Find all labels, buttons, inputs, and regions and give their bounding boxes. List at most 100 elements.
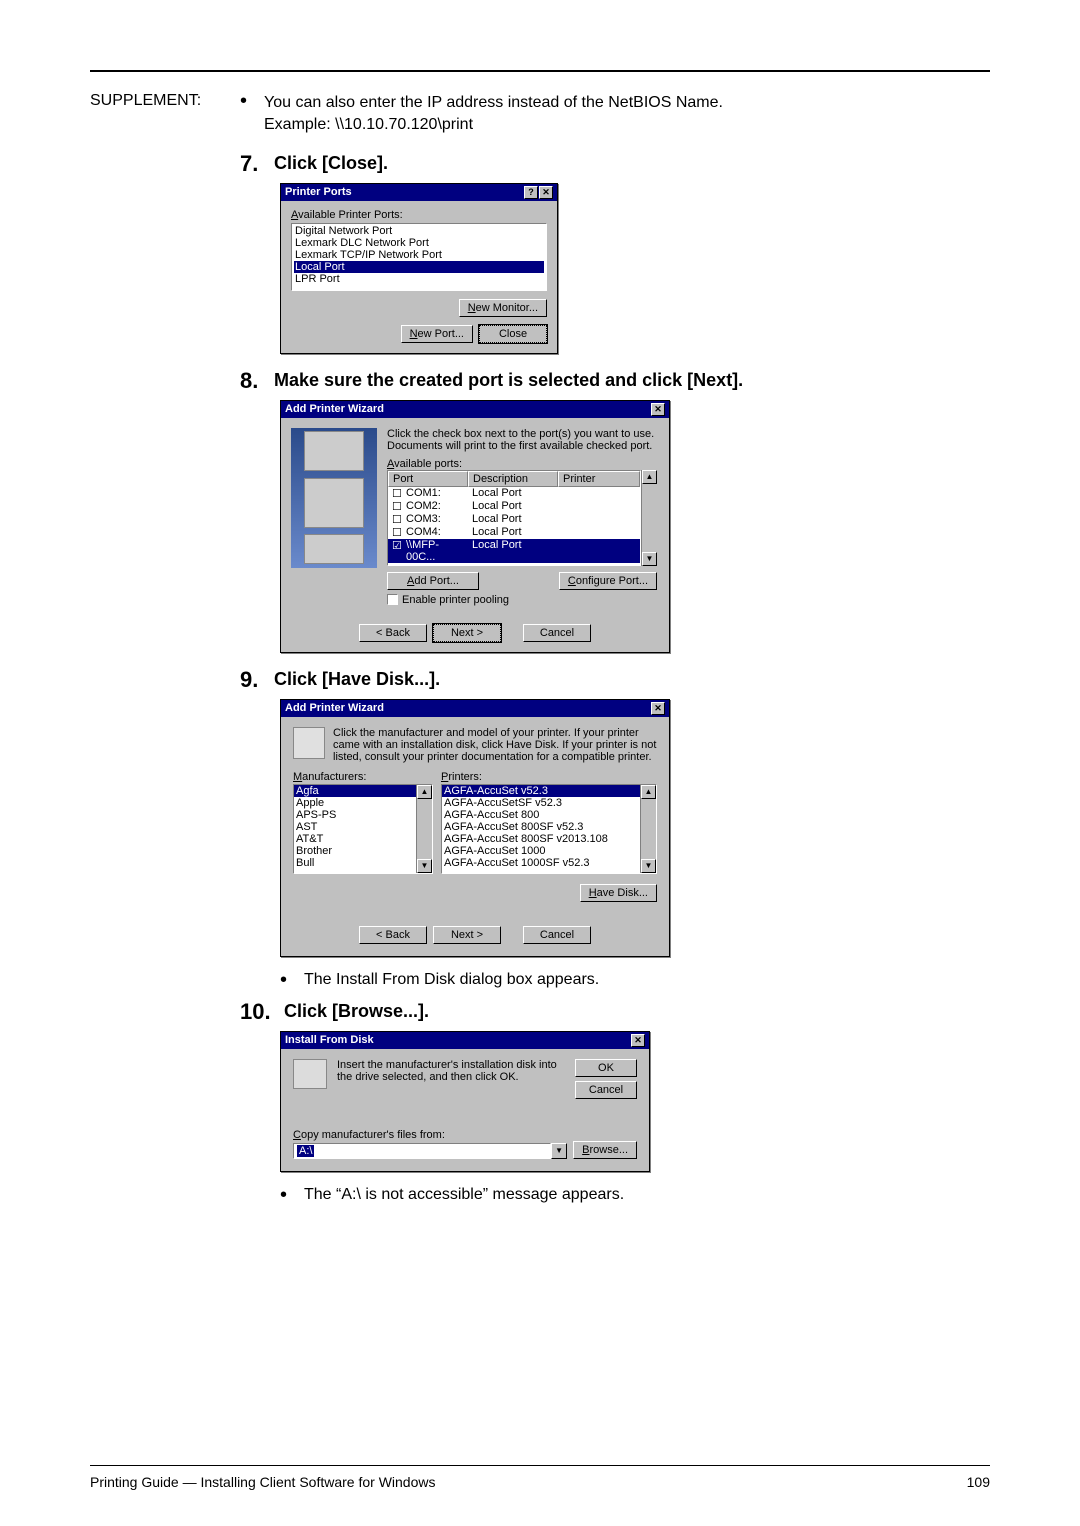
list-item[interactable]: AGFA-AccuSet v52.3 [442,785,640,797]
copy-from-combo[interactable]: A:\ ▼ [293,1143,567,1159]
table-row[interactable]: ☐COM1:Local Port [388,487,640,500]
list-item[interactable]: Agfa [294,785,416,797]
close-icon[interactable]: ✕ [651,702,665,715]
printers-listbox[interactable]: AGFA-AccuSet v52.3 AGFA-AccuSetSF v52.3 … [441,784,657,874]
list-item[interactable]: Apple [294,797,416,809]
ports-table-header: Port Description Printer [388,471,640,487]
cancel-button[interactable]: Cancel [523,926,591,944]
printer-ports-title: Printer Ports [285,186,352,198]
back-button[interactable]: < Back [359,624,427,642]
wizard-ports-titlebar: Add Printer Wizard ✕ [281,401,669,418]
step-10: 10. Click [Browse...]. [240,999,990,1025]
bottom-rule [90,1465,990,1466]
step-10-text: Click [Browse...]. [284,999,429,1022]
close-icon[interactable]: ✕ [651,403,665,416]
step-8-num: 8. [240,368,274,394]
add-printer-wizard-havedisk-dialog: Add Printer Wizard ✕ Click the manufactu… [280,699,670,957]
list-item[interactable]: AGFA-AccuSet 1000 [442,845,640,857]
table-row[interactable]: ☐COM3:Local Port [388,513,640,526]
scrollbar[interactable]: ▲ ▼ [641,470,657,566]
step-9: 9. Click [Have Disk...]. [240,667,990,693]
header-port[interactable]: Port [388,471,468,487]
scroll-down-icon[interactable]: ▼ [642,552,657,566]
scroll-down-icon[interactable]: ▼ [417,859,432,873]
list-item[interactable]: Lexmark DLC Network Port [294,237,544,249]
list-item[interactable]: Brother [294,845,416,857]
close-button[interactable]: Close [479,325,547,343]
checkbox-icon [387,594,398,605]
back-button[interactable]: < Back [359,926,427,944]
scroll-up-icon[interactable]: ▲ [641,785,656,799]
list-item[interactable]: Bull [294,857,416,869]
ports-table[interactable]: Port Description Printer ☐COM1:Local Por… [387,470,641,566]
list-item[interactable]: Digital Network Port [294,225,544,237]
new-port-button[interactable]: New Port... [401,325,473,343]
bullet-icon: • [240,92,264,110]
manufacturers-listbox[interactable]: Agfa Apple APS-PS AST AT&T Brother Bull … [293,784,433,874]
copy-from-input[interactable]: A:\ [293,1143,551,1159]
manufacturers-label: Manufacturers: [293,771,433,783]
next-button[interactable]: Next > [433,926,501,944]
supplement-label: SUPPLEMENT: [90,92,240,110]
step-10-num: 10. [240,999,284,1025]
list-item[interactable]: AGFA-AccuSet 800SF v52.3 [442,821,640,833]
bullet-icon: • [280,1186,304,1204]
close-icon[interactable]: ✕ [631,1034,645,1047]
list-item[interactable]: Lexmark TCP/IP Network Port [294,249,544,261]
list-item[interactable]: AT&T [294,833,416,845]
wizard-havedisk-title: Add Printer Wizard [285,702,384,714]
ok-button[interactable]: OK [575,1059,637,1077]
wizard-ports-title: Add Printer Wizard [285,403,384,415]
scroll-up-icon[interactable]: ▲ [642,470,657,484]
ifd-instruction: Insert the manufacturer's installation d… [337,1059,565,1099]
cancel-button[interactable]: Cancel [523,624,591,642]
list-item[interactable]: Local Port [294,261,544,273]
supplement-row: SUPPLEMENT: • You can also enter the IP … [90,92,990,137]
list-item[interactable]: AGFA-AccuSet 800 [442,809,640,821]
table-row[interactable]: ☐COM4:Local Port [388,526,640,539]
table-row[interactable]: ☐COM2:Local Port [388,500,640,513]
bullet-text: The “A:\ is not accessible” message appe… [304,1186,624,1204]
header-printer[interactable]: Printer [558,471,640,487]
table-row[interactable]: ☑\\MFP-00C...Local Port [388,539,640,563]
step-9-num: 9. [240,667,274,693]
chevron-down-icon[interactable]: ▼ [551,1143,567,1159]
bullet-a-not-accessible: • The “A:\ is not accessible” message ap… [280,1186,990,1204]
bullet-text: The Install From Disk dialog box appears… [304,971,599,989]
browse-button[interactable]: Browse... [573,1141,637,1159]
add-port-button[interactable]: Add Port... [387,572,479,590]
list-item[interactable]: APS-PS [294,809,416,821]
cancel-button[interactable]: Cancel [575,1081,637,1099]
supplement-text: You can also enter the IP address instea… [264,92,723,137]
step-8: 8. Make sure the created port is selecte… [240,368,990,394]
wizard-havedisk-titlebar: Add Printer Wizard ✕ [281,700,669,717]
page-number: 109 [967,1474,990,1490]
copy-from-label: Copy manufacturer's files from: [293,1129,637,1141]
scroll-up-icon[interactable]: ▲ [417,785,432,799]
new-monitor-button[interactable]: New Monitor... [459,299,547,317]
wizard-graphic [291,428,377,568]
ifd-title: Install From Disk [285,1034,374,1046]
enable-pooling-checkbox[interactable]: Enable printer pooling [387,594,657,606]
add-printer-wizard-ports-dialog: Add Printer Wizard ✕ Click the check box… [280,400,670,653]
help-icon[interactable]: ? [524,186,538,199]
have-disk-button[interactable]: Have Disk... [580,884,657,902]
list-item[interactable]: AGFA-AccuSet 800SF v2013.108 [442,833,640,845]
next-button[interactable]: Next > [433,624,501,642]
list-item[interactable]: AGFA-AccuSetSF v52.3 [442,797,640,809]
available-ports-label: Available ports: [387,458,657,470]
printer-icon [293,727,325,759]
list-item[interactable]: AST [294,821,416,833]
scroll-down-icon[interactable]: ▼ [641,859,656,873]
scrollbar[interactable]: ▲▼ [640,785,656,873]
step-8-text: Make sure the created port is selected a… [274,368,743,391]
available-ports-listbox[interactable]: Digital Network Port Lexmark DLC Network… [291,223,547,291]
page-footer: Printing Guide — Installing Client Softw… [90,1474,990,1490]
list-item[interactable]: AGFA-AccuSet 1000SF v52.3 [442,857,640,869]
list-item[interactable]: LPR Port [294,273,544,285]
printers-label: Printers: [441,771,657,783]
close-icon[interactable]: ✕ [539,186,553,199]
configure-port-button[interactable]: Configure Port... [559,572,657,590]
header-description[interactable]: Description [468,471,558,487]
scrollbar[interactable]: ▲▼ [416,785,432,873]
